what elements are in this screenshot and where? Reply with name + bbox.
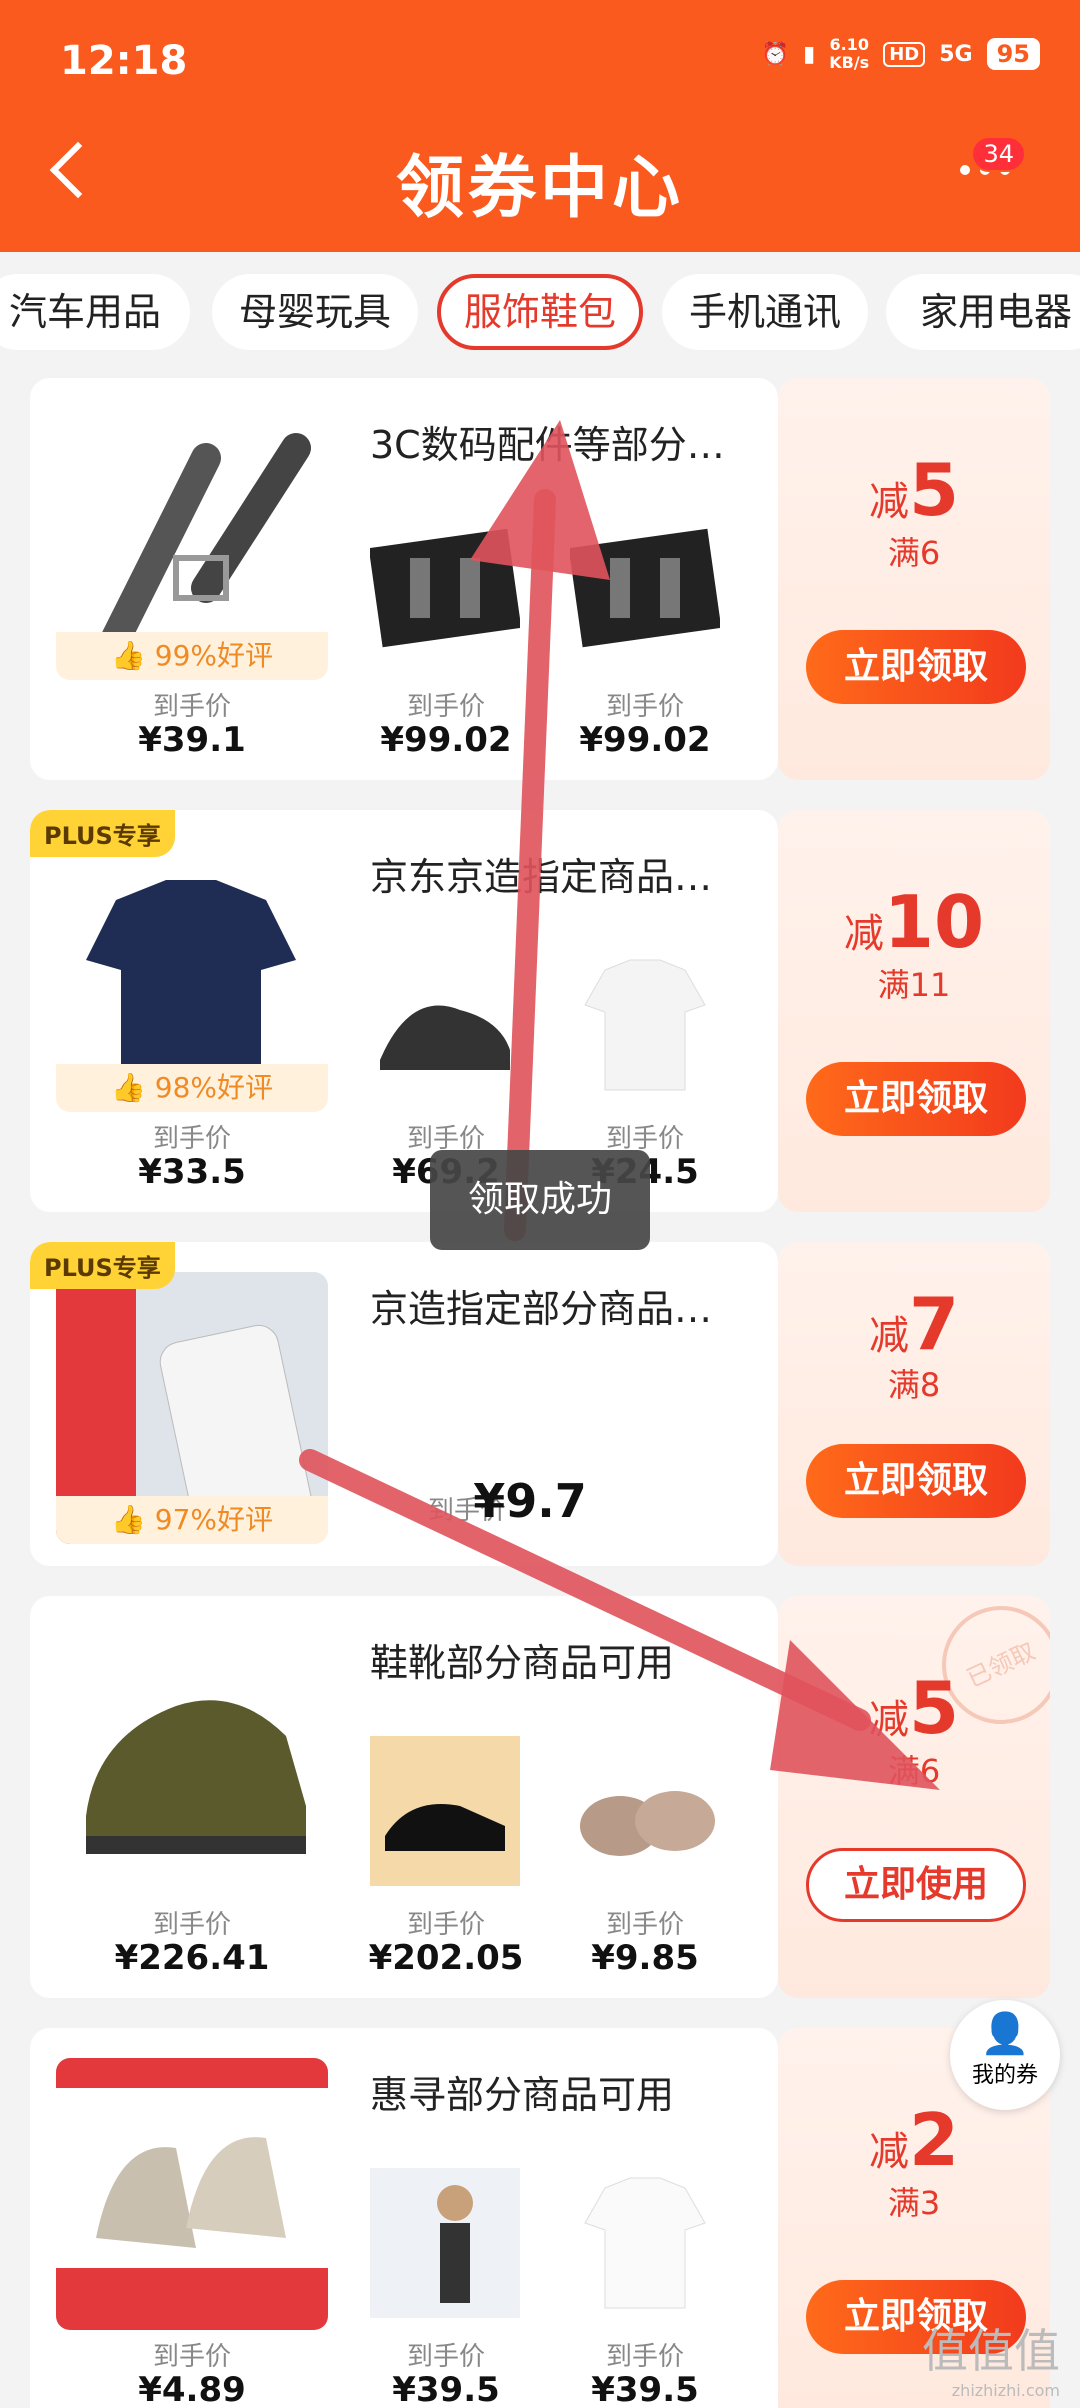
product-image[interactable] — [370, 2168, 520, 2318]
battery-icon: 95 — [986, 38, 1040, 70]
notification-badge: 34 — [971, 136, 1026, 172]
product-image[interactable] — [368, 508, 522, 658]
threshold: 满8 — [887, 1366, 941, 1404]
thumb-icon: 👍 — [110, 639, 146, 672]
card-title: 3C数码配件等部分… — [370, 423, 725, 467]
claim-button[interactable]: 立即领取 — [806, 1444, 1026, 1518]
toast-message: 领取成功 — [430, 1150, 650, 1250]
tab-appliance[interactable]: 家用电器 — [886, 274, 1080, 350]
price: ¥9.85 — [591, 1938, 699, 1978]
product-image[interactable] — [56, 2058, 328, 2330]
card-title: 京东京造指定商品… — [370, 855, 713, 899]
price-label: 到手价 — [152, 1910, 231, 1940]
rating-badge: 👍 98%好评 — [56, 1064, 328, 1112]
card-title: 京造指定部分商品… — [370, 1287, 713, 1331]
coupon-panel: 减5 满6 立即领取 — [778, 378, 1050, 780]
discount-amount: 减5 — [868, 448, 960, 532]
product-image[interactable] — [570, 1736, 720, 1886]
price: ¥39.5 — [392, 2370, 500, 2408]
discount-amount: 减5 — [868, 1666, 960, 1750]
product-image[interactable] — [570, 950, 720, 1100]
price-label: 到手价 — [406, 692, 485, 722]
thumb-icon: 👍 — [110, 1071, 146, 1104]
claim-button[interactable]: 立即领取 — [806, 1062, 1026, 1136]
discount-amount: 减7 — [868, 1282, 960, 1366]
product-image[interactable] — [370, 950, 520, 1100]
card-title: 惠寻部分商品可用 — [370, 2073, 675, 2117]
price: ¥9.7 — [473, 1474, 587, 1528]
price-label: 到手价 — [406, 2342, 485, 2372]
tab-phone[interactable]: 手机通讯 — [662, 274, 868, 350]
threshold: 满6 — [887, 1752, 941, 1790]
watermark: 值值值 zhizhizhi.com — [922, 2324, 1060, 2400]
price-label: 到手价 — [605, 692, 684, 722]
thumb-icon: 👍 — [110, 1503, 146, 1536]
discount-amount: 减2 — [868, 2098, 960, 2182]
product-image[interactable] — [370, 1736, 520, 1886]
price: ¥39.5 — [591, 2370, 699, 2408]
price-label: 到手价 — [605, 2342, 684, 2372]
network-speed: 6.10 KB/s — [829, 35, 870, 72]
threshold: 满11 — [877, 966, 951, 1004]
coupon-card[interactable]: 鞋靴部分商品可用 到手价 ¥226.41 到手价 ¥202.05 到手价 ¥9.… — [30, 1596, 778, 1998]
claim-button[interactable]: 立即领取 — [806, 630, 1026, 704]
product-image[interactable] — [56, 1626, 328, 1898]
price: ¥226.41 — [114, 1938, 270, 1978]
alarm-icon: ⏰ — [761, 41, 790, 67]
price-label: 到手价 — [152, 692, 231, 722]
category-tabs: 汽车用品 母婴玩具 服饰鞋包 手机通讯 家用电器 — [0, 252, 1080, 372]
status-time: 12:18 — [60, 38, 188, 84]
tab-auto[interactable]: 汽车用品 — [0, 274, 190, 350]
threshold: 满6 — [887, 534, 941, 572]
price-label: 到手价 — [152, 2342, 231, 2372]
coupon-card[interactable]: 惠寻部分商品可用 到手价 ¥4.89 到手价 ¥39.5 到手价 ¥39.5 — [30, 2028, 778, 2408]
hd-icon: HD — [883, 41, 926, 67]
price-label: 到手价 — [605, 1910, 684, 1940]
discount-amount: 减10 — [843, 880, 985, 964]
card-title: 鞋靴部分商品可用 — [370, 1641, 675, 1685]
coupon-card[interactable]: PLUS专享 👍 97%好评 京造指定部分商品… 到手价 ¥9.7 — [30, 1242, 778, 1566]
plus-badge: PLUS专享 — [30, 810, 175, 857]
tab-baby[interactable]: 母婴玩具 — [212, 274, 418, 350]
plus-badge: PLUS专享 — [30, 1242, 175, 1289]
threshold: 满3 — [887, 2184, 941, 2222]
coupon-panel: 减10 满11 立即领取 — [778, 810, 1050, 1212]
price: ¥39.1 — [138, 720, 246, 760]
status-bar: 12:18 ⏰ ▮ 6.10 KB/s HD 5G 95 — [0, 0, 1080, 120]
rating-badge: 👍 97%好评 — [56, 1496, 328, 1544]
price: ¥99.02 — [579, 720, 711, 760]
price: ¥4.89 — [138, 2370, 246, 2408]
page-title: 领券中心 — [395, 149, 684, 228]
signal-icon: 5G — [939, 41, 973, 67]
price-label: 到手价 — [406, 1910, 485, 1940]
my-coupon-button[interactable]: 👤 我的券 — [950, 2000, 1060, 2110]
price: ¥33.5 — [138, 1152, 246, 1192]
coupon-card[interactable]: 👍 99%好评 3C数码配件等部分… 到手价 ¥39.1 到手价 ¥99.02 … — [30, 378, 778, 780]
header: 12:18 ⏰ ▮ 6.10 KB/s HD 5G 95 领券中心 34 — [0, 0, 1080, 252]
product-image[interactable] — [570, 2168, 720, 2318]
coupon-panel: 已领取 减5 满6 立即使用 — [778, 1596, 1050, 1998]
user-icon: 👤 — [980, 2011, 1030, 2057]
status-icons: ⏰ ▮ 6.10 KB/s HD 5G 95 — [762, 36, 1040, 72]
price: ¥99.02 — [380, 720, 512, 760]
price: ¥202.05 — [368, 1938, 524, 1978]
use-button[interactable]: 立即使用 — [806, 1848, 1026, 1922]
tab-apparel[interactable]: 服饰鞋包 — [437, 274, 643, 350]
product-image[interactable] — [568, 508, 722, 658]
coupon-panel: 减7 满8 立即领取 — [778, 1242, 1050, 1566]
price-label: 到手价 — [152, 1124, 231, 1154]
coupon-card[interactable]: PLUS专享 👍 98%好评 京东京造指定商品… 到手价 ¥33.5 到手价 ¥… — [30, 810, 778, 1212]
rating-badge: 👍 99%好评 — [56, 632, 328, 680]
vibrate-icon: ▮ — [803, 41, 816, 67]
